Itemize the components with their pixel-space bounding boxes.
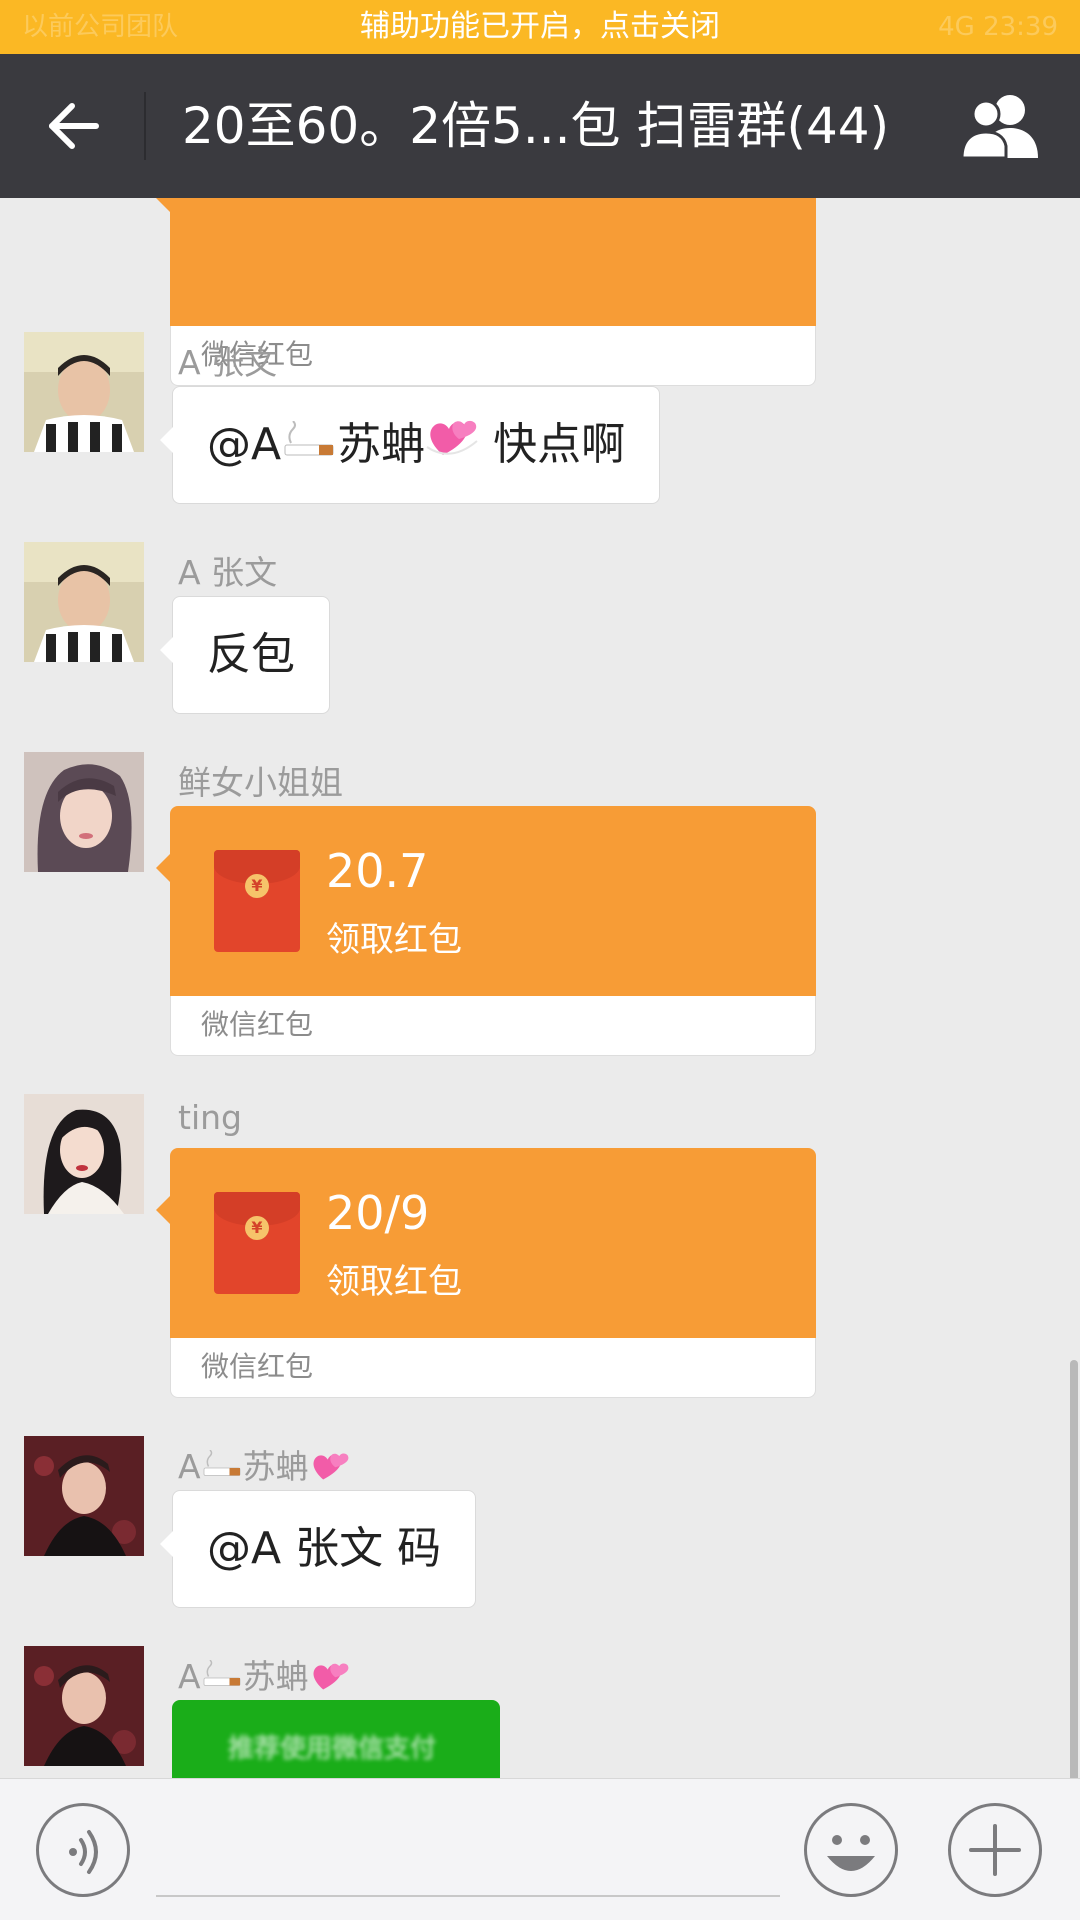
card-text: 推荐使用微信支付 bbox=[228, 1734, 437, 1764]
voice-icon bbox=[69, 1830, 98, 1874]
redpacket-body: ¥ 20/9 领取红包 bbox=[156, 1148, 816, 1338]
message-text: 快点啊 bbox=[493, 419, 626, 470]
avatar[interactable] bbox=[24, 1436, 144, 1556]
sender-name: A 苏蚺 bbox=[178, 1650, 351, 1702]
avatar-photo bbox=[24, 1094, 144, 1214]
redpacket-footer: 微信红包 bbox=[170, 1338, 816, 1398]
redpacket-title: 20.7 bbox=[326, 844, 429, 898]
redpacket-body: ¥ 20.7 领取红包 bbox=[156, 806, 816, 996]
avatar-photo bbox=[24, 332, 144, 452]
hearts-icon bbox=[309, 1656, 351, 1702]
avatar[interactable] bbox=[24, 752, 144, 872]
group-people-icon bbox=[960, 95, 1038, 160]
banner-text: 辅助功能已开启，点击关闭 bbox=[360, 9, 720, 44]
input-bar bbox=[0, 1778, 1080, 1920]
text-message-bubble[interactable]: @A 苏蚺 快点啊 bbox=[159, 386, 661, 505]
page-title: 20至60。2倍5...包 扫雷群(44) bbox=[182, 97, 890, 155]
redpacket-message[interactable]: ¥ 20/9 领取红包 微信红包 bbox=[156, 1148, 816, 1400]
cigarette-icon bbox=[201, 1449, 243, 1488]
sender-name: 鲜女小姐姐 bbox=[178, 763, 343, 802]
accessibility-banner[interactable]: 以前公司团队 辅助功能已开启，点击关闭 4G 23:39 bbox=[0, 0, 1080, 54]
redpacket-title: 20/9 bbox=[326, 1186, 430, 1240]
cigarette-icon bbox=[281, 389, 337, 505]
redpacket-footer: 微信红包 bbox=[170, 996, 816, 1056]
avatar-photo bbox=[24, 752, 144, 872]
avatar[interactable] bbox=[24, 1646, 144, 1766]
avatar[interactable] bbox=[24, 332, 144, 452]
mention-name: 苏蚺 bbox=[337, 419, 426, 470]
sender-name: A 张文 bbox=[178, 343, 278, 382]
mention-prefix: @A bbox=[207, 419, 282, 470]
status-time: 4G 23:39 bbox=[938, 12, 1058, 42]
chat-header: 20至60。2倍5...包 扫雷群(44) bbox=[0, 54, 1080, 198]
sender-name: A 苏蚺 bbox=[178, 1440, 351, 1492]
message-list[interactable]: 微信红包 A 张文 @A 苏蚺 快点啊 A 张文 反包 鲜女小姐姐 ¥ 20.7… bbox=[0, 198, 1080, 1778]
hearts-icon bbox=[309, 1446, 351, 1492]
back-button[interactable] bbox=[30, 84, 114, 168]
cigarette-icon bbox=[201, 1659, 243, 1698]
chat-screen: 以前公司团队 辅助功能已开启，点击关闭 4G 23:39 20至60。2倍5..… bbox=[0, 0, 1080, 1920]
redpacket-source: 微信红包 bbox=[201, 1350, 314, 1383]
message-text: 反包 bbox=[207, 629, 295, 680]
red-envelope-icon: ¥ bbox=[214, 850, 300, 952]
avatar-photo bbox=[24, 1646, 144, 1766]
scrollbar[interactable] bbox=[1070, 1360, 1078, 1778]
text-message-bubble[interactable]: @A 张文 码 bbox=[159, 1490, 477, 1608]
status-carrier: 以前公司团队 bbox=[22, 12, 179, 42]
more-button[interactable] bbox=[948, 1803, 1042, 1897]
avatar-photo bbox=[24, 542, 144, 662]
group-info-button[interactable] bbox=[958, 90, 1044, 162]
redpacket-source: 微信红包 bbox=[201, 1008, 314, 1041]
smiley-icon bbox=[827, 1835, 875, 1871]
message-input[interactable] bbox=[156, 1803, 780, 1897]
plus-icon bbox=[969, 1824, 1021, 1876]
red-envelope-icon: ¥ bbox=[214, 1192, 300, 1294]
message-text: @A 张文 码 bbox=[207, 1523, 442, 1574]
avatar-photo bbox=[24, 1436, 144, 1556]
payment-card-message[interactable]: 推荐使用微信支付 bbox=[172, 1700, 500, 1778]
emoji-button[interactable] bbox=[804, 1803, 898, 1897]
hearts-icon bbox=[425, 389, 479, 505]
arrow-left-icon bbox=[49, 103, 99, 149]
voice-button[interactable] bbox=[36, 1803, 130, 1897]
text-message-bubble[interactable]: 反包 bbox=[160, 596, 330, 714]
redpacket-action: 领取红包 bbox=[326, 1262, 462, 1302]
avatar[interactable] bbox=[24, 1094, 144, 1214]
redpacket-action: 领取红包 bbox=[326, 920, 462, 960]
sender-name: ting bbox=[178, 1098, 242, 1137]
sender-name: A 张文 bbox=[178, 553, 278, 592]
avatar[interactable] bbox=[24, 542, 144, 662]
redpacket-body bbox=[156, 198, 816, 326]
header-divider bbox=[144, 92, 146, 160]
redpacket-message[interactable]: ¥ 20.7 领取红包 微信红包 bbox=[156, 806, 816, 1058]
